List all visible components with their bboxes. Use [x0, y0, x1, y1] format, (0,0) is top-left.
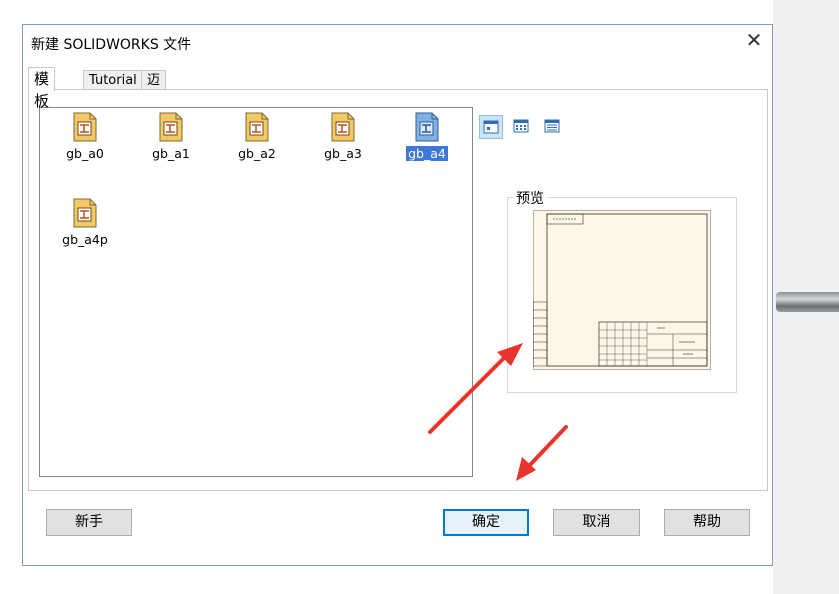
template-label: gb_a4: [406, 146, 448, 161]
background-model-part: [776, 292, 839, 312]
template-item-gb-a3[interactable]: gb_a3: [308, 112, 378, 162]
large-icons-view-icon: [483, 120, 499, 134]
large-icons-view-button[interactable]: [479, 115, 503, 139]
tab-tutorial[interactable]: Tutorial: [83, 70, 143, 90]
dialog-title: 新建 SOLIDWORKS 文件: [31, 37, 192, 53]
novice-button[interactable]: 新手: [46, 509, 132, 536]
preview-label: 预览: [513, 188, 547, 208]
drawing-template-icon: [159, 112, 183, 142]
drawing-template-icon: [245, 112, 269, 142]
details-view-icon: [544, 119, 560, 133]
template-label: gb_a1: [152, 146, 190, 161]
drawing-template-icon: [73, 112, 97, 142]
cancel-button[interactable]: 取消: [553, 509, 640, 536]
template-label: gb_a2: [238, 146, 276, 161]
template-label: gb_a4p: [62, 232, 108, 247]
template-item-gb-a1[interactable]: gb_a1: [136, 112, 206, 162]
list-view-button[interactable]: [510, 115, 534, 139]
drawing-template-icon: [415, 112, 439, 142]
preview-group: [507, 197, 737, 393]
template-item-gb-a4[interactable]: gb_a4: [392, 112, 462, 162]
help-button[interactable]: 帮助: [664, 509, 750, 536]
template-label: gb_a3: [324, 146, 362, 161]
template-item-gb-a4p[interactable]: gb_a4p: [50, 198, 120, 248]
new-file-dialog: 新建 SOLIDWORKS 文件 ✕ 模板 Tutorial 迈迪标准模版 gb…: [22, 24, 773, 566]
tab-maidi-templates[interactable]: 迈迪标准模版: [141, 70, 167, 183]
close-icon[interactable]: ✕: [743, 29, 765, 51]
drawing-template-icon: [331, 112, 355, 142]
details-view-button[interactable]: [541, 115, 565, 139]
template-item-gb-a0[interactable]: gb_a0: [50, 112, 120, 162]
list-view-icon: [513, 119, 529, 133]
template-label: gb_a0: [66, 146, 104, 161]
drawing-preview-image: [533, 210, 711, 370]
tab-templates[interactable]: 模板: [28, 67, 56, 110]
drawing-template-icon: [73, 198, 97, 228]
template-item-gb-a2[interactable]: gb_a2: [222, 112, 292, 162]
ok-button[interactable]: 确定: [443, 509, 529, 536]
template-list[interactable]: gb_a0 gb_a1 gb_a2 gb_a3 gb_a4 gb_a4p: [39, 107, 473, 477]
